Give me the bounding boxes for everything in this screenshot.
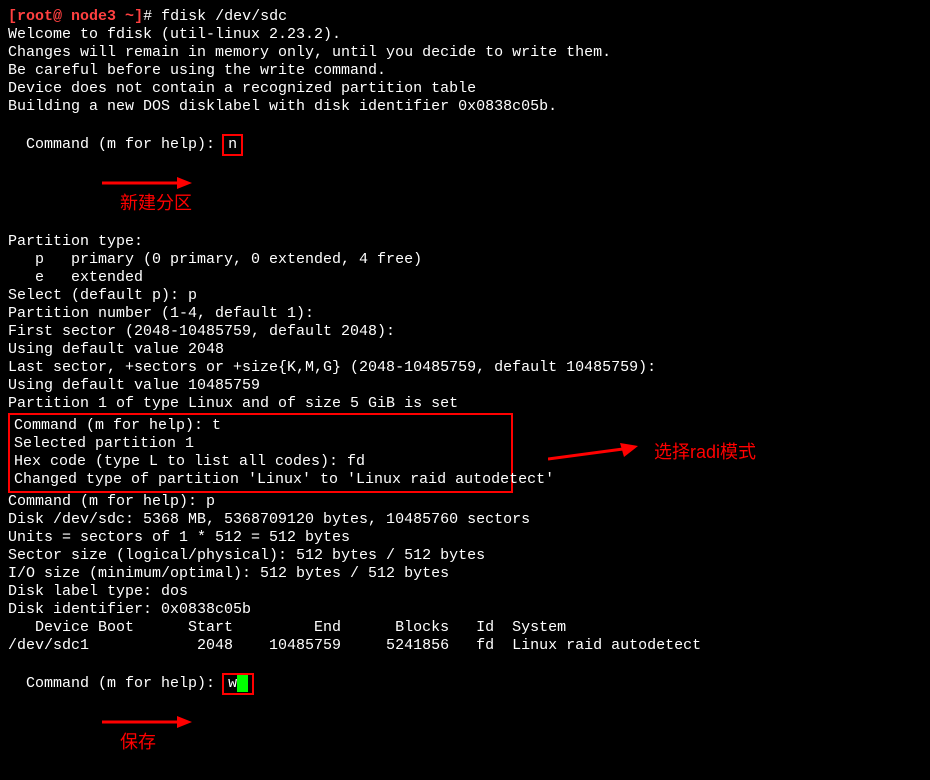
prompt-open: [	[8, 8, 17, 25]
cursor-icon	[237, 675, 248, 692]
arrow-icon	[102, 713, 192, 731]
type-change-box: Command (m for help): t Selected partiti…	[8, 413, 513, 493]
partnum-line: Partition number (1-4, default 1):	[8, 305, 922, 323]
ssize-line: Sector size (logical/physical): 512 byte…	[8, 547, 922, 565]
input-w-box[interactable]: w	[222, 673, 254, 695]
hexcode-line: Hex code (type L to list all codes): fd	[14, 453, 507, 471]
anno-new-partition: 新建分区	[66, 156, 192, 233]
nodevice-line: Device does not contain a recognized par…	[8, 80, 922, 98]
input-n-box[interactable]: n	[222, 134, 243, 156]
cmd-prompt: Command (m for help):	[26, 675, 224, 692]
prompt-close: ]	[134, 8, 143, 25]
building-line: Building a new DOS disklabel with disk i…	[8, 98, 922, 116]
anno-new-label: 新建分区	[120, 193, 192, 213]
welcome-line: Welcome to fdisk (util-linux 2.23.2).	[8, 26, 922, 44]
anno-save-label: 保存	[120, 732, 156, 752]
ptype-line: Partition type:	[8, 233, 922, 251]
memory-warning: Changes will remain in memory only, unti…	[8, 44, 922, 62]
prompt-tilde: ~	[116, 8, 134, 25]
table-row: /dev/sdc1 2048 10485759 5241856 fd Linux…	[8, 637, 922, 655]
input-n: n	[228, 136, 237, 153]
default2048-line: Using default value 2048	[8, 341, 922, 359]
arrow-icon	[102, 174, 192, 192]
lastsector-line: Last sector, +sectors or +size{K,M,G} (2…	[8, 359, 922, 377]
input-w: w	[228, 675, 237, 692]
labeltype-line: Disk label type: dos	[8, 583, 922, 601]
iosize-line: I/O size (minimum/optimal): 512 bytes / …	[8, 565, 922, 583]
defaultlast-line: Using default value 10485759	[8, 377, 922, 395]
changed-line: Changed type of partition 'Linux' to 'Li…	[14, 471, 507, 489]
primary-line: p primary (0 primary, 0 extended, 4 free…	[8, 251, 922, 269]
set5g-line: Partition 1 of type Linux and of size 5 …	[8, 395, 922, 413]
prompt-hash: #	[143, 8, 161, 25]
cmd-n-row: Command (m for help): n 新建分区	[8, 116, 922, 233]
units-line: Units = sectors of 1 * 512 = 512 bytes	[8, 529, 922, 547]
command-text: fdisk /dev/sdc	[161, 8, 287, 25]
anno-raid-block: 选择radi模式	[548, 441, 756, 465]
shell-prompt-line: [root@ node3 ~]# fdisk /dev/sdc	[8, 8, 922, 26]
anno-save-block: 保存	[66, 695, 192, 772]
careful-warning: Be careful before using the write comman…	[8, 62, 922, 80]
selected1-line: Selected partition 1	[14, 435, 507, 453]
table-header: Device Boot Start End Blocks Id System	[8, 619, 922, 637]
extended-line: e extended	[8, 269, 922, 287]
firstsector-line: First sector (2048-10485759, default 204…	[8, 323, 922, 341]
cmd-w-row: Command (m for help): w 保存	[8, 655, 922, 772]
anno-raid-label: 选择radi模式	[654, 442, 756, 464]
diskid-line: Disk identifier: 0x0838c05b	[8, 601, 922, 619]
select-default-line: Select (default p): p	[8, 287, 922, 305]
disk-info-line: Disk /dev/sdc: 5368 MB, 5368709120 bytes…	[8, 511, 922, 529]
cmd-p-line: Command (m for help): p	[8, 493, 922, 511]
prompt-userhost: root@ node3	[17, 8, 116, 25]
type-change-block: Command (m for help): t Selected partiti…	[8, 413, 922, 493]
cmd-prompt: Command (m for help):	[26, 136, 224, 153]
cmd-t-line: Command (m for help): t	[14, 417, 507, 435]
arrow-icon	[548, 441, 638, 465]
